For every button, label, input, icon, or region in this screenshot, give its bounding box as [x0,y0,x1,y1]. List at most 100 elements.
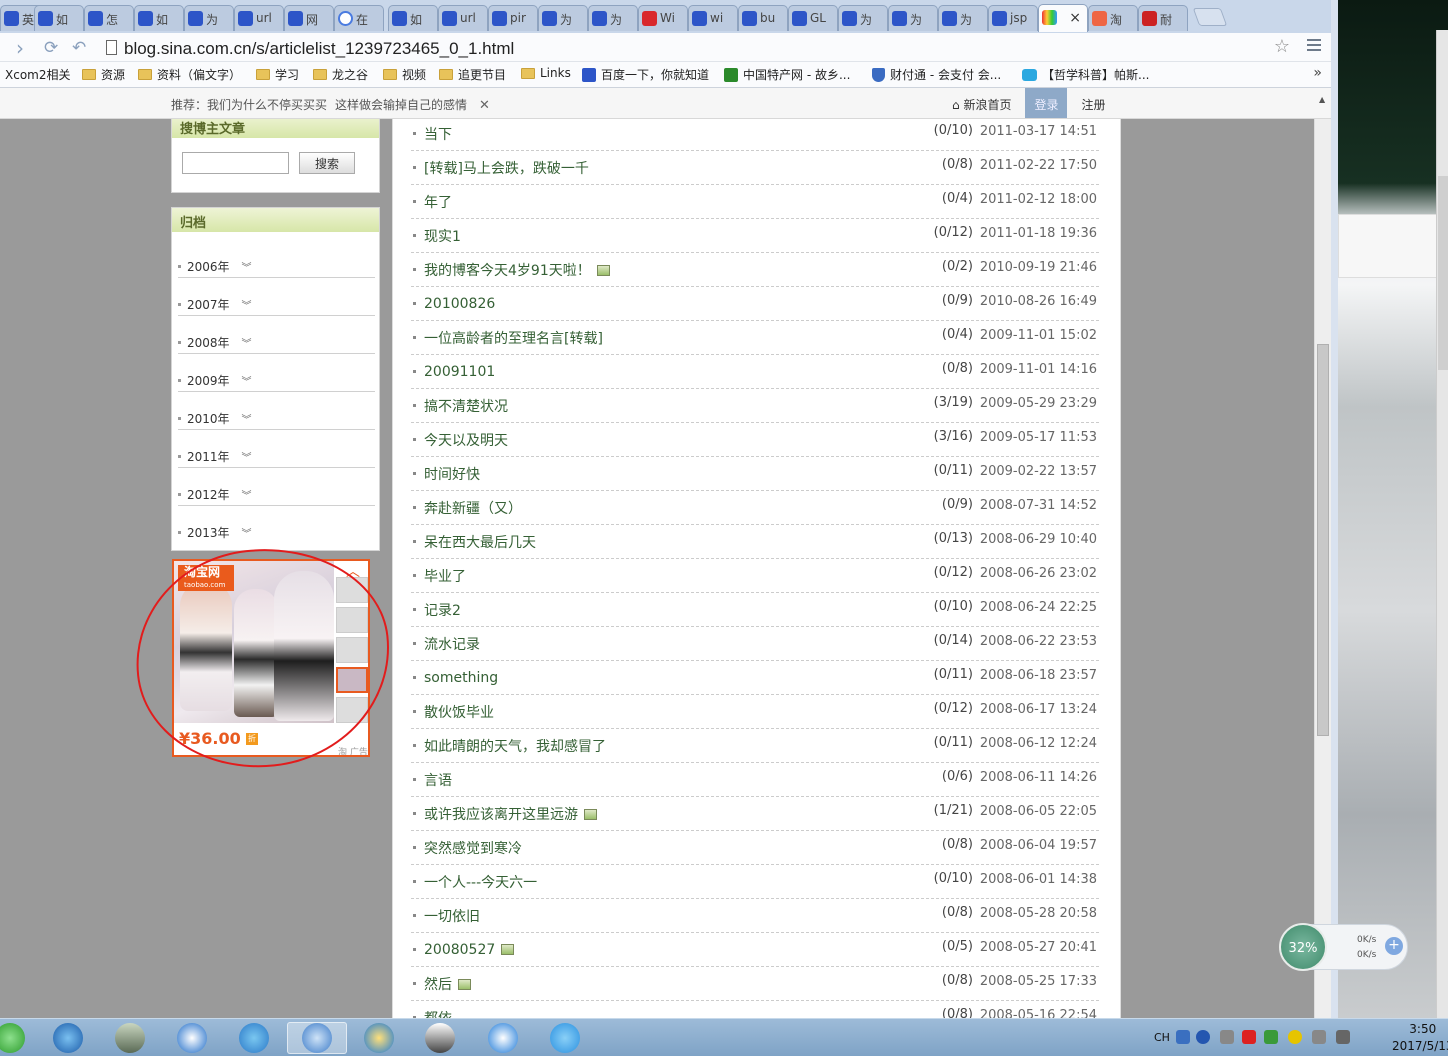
article-title-link[interactable]: 记录2 [424,600,461,620]
article-title-link[interactable]: 现实1 [424,226,461,246]
network-icon[interactable] [1220,1030,1234,1044]
browser-tab[interactable]: 如 [34,5,84,31]
article-title-link[interactable]: something [424,670,498,686]
browser-tab[interactable]: 为 [938,5,988,31]
archive-year-item[interactable]: 2007年 ︾ [178,278,375,316]
scroll-up-icon[interactable]: ▲ [1319,95,1325,104]
bookmark-item[interactable]: 龙之谷 [313,66,368,83]
app-tray-icon[interactable] [1242,1030,1256,1044]
browser-tab[interactable]: 在 [334,5,384,31]
archive-year-item[interactable]: 2011年 ︾ [178,430,375,468]
bookmark-item[interactable]: 视频 [383,66,426,83]
article-title-link[interactable]: 当下 [424,124,452,144]
display-icon[interactable] [1336,1030,1350,1044]
browser-tab[interactable]: 为 [588,5,638,31]
article-title-link[interactable]: 年了 [424,192,452,212]
bookmark-item[interactable]: 资源 [82,66,125,83]
article-title-link[interactable]: 20080527 [424,942,515,958]
browser-tab[interactable]: × [1038,4,1088,32]
reload-icon[interactable]: ⟳ [44,38,58,58]
bookmark-star-icon[interactable]: ☆ [1274,36,1290,57]
browser-tab[interactable]: 淘 [1088,5,1138,31]
chevron-down-icon[interactable]: ︾ [242,525,252,540]
help-icon[interactable] [1196,1030,1210,1044]
article-title-link[interactable]: 搞不清楚状况 [424,396,508,416]
browser-tab[interactable]: 为 [838,5,888,31]
article-title-link[interactable]: 或许我应该离开这里远游 [424,804,597,824]
page-scrollbar[interactable]: ▲ [1314,95,1331,1018]
recommend-link-2[interactable]: 这样做会输掉自己的感情 [335,98,467,112]
taskbar-app[interactable] [162,1022,222,1054]
flag-icon[interactable] [1176,1030,1190,1044]
bookmark-item[interactable]: Links [521,66,571,80]
taskbar-app[interactable] [410,1022,470,1054]
article-title-link[interactable]: 如此晴朗的天气，我却感冒了 [424,736,606,756]
bookmark-item[interactable]: 资料（偏文字） [138,66,241,83]
article-title-link[interactable]: 今天以及明天 [424,430,508,450]
article-title-link[interactable]: 一切依旧 [424,906,480,926]
search-button[interactable]: 搜索 [299,152,355,174]
archive-year-item[interactable]: 2009年 ︾ [178,354,375,392]
bookmark-item[interactable]: 中国特产网 - 故乡... [724,66,850,83]
archive-year-item[interactable]: 2008年 ︾ [178,316,375,354]
browser-tab[interactable]: 为 [538,5,588,31]
taskbar-app[interactable] [535,1022,595,1054]
url-text[interactable]: blog.sina.com.cn/s/articlelist_123972346… [124,39,514,59]
chevron-down-icon[interactable]: ︾ [242,449,252,464]
taskbar-app[interactable] [0,1022,40,1054]
taskbar-app[interactable] [38,1022,98,1054]
article-title-link[interactable]: 一个人---今天六一 [424,872,537,892]
taskbar-app[interactable] [224,1022,284,1054]
bookmark-item[interactable]: 百度一下，你就知道 [582,66,709,83]
article-title-link[interactable]: 都依 [424,1008,452,1019]
browser-tab[interactable]: url [438,5,488,31]
address-bar[interactable]: blog.sina.com.cn/s/articlelist_123972346… [100,36,1310,60]
browser-tab[interactable]: 为 [888,5,938,31]
chevron-down-icon[interactable]: ︾ [242,335,252,350]
new-tab-button[interactable] [1192,8,1228,26]
article-title-link[interactable]: [转载]马上会跌，跌破一千 [424,158,589,178]
bookmark-item[interactable]: 财付通 - 会支付 会... [872,66,1001,83]
browser-tab[interactable]: 耐 [1138,5,1188,31]
browser-tab[interactable]: 如 [134,5,184,31]
browser-tab[interactable]: url [234,5,284,31]
archive-year-item[interactable]: 2010年 ︾ [178,392,375,430]
archive-year-item[interactable]: 2012年 ︾ [178,468,375,506]
recommend-link-1[interactable]: 我们为什么不停买买买 [207,98,327,112]
article-title-link[interactable]: 呆在西大最后几天 [424,532,536,552]
taskbar-app[interactable] [349,1022,409,1054]
chevron-down-icon[interactable]: ︾ [242,373,252,388]
sina-home-link[interactable]: ⌂ 新浪首页 [950,88,1025,118]
bookmarks-overflow[interactable]: » [1313,65,1322,81]
article-title-link[interactable]: 然后 [424,974,471,994]
chevron-down-icon[interactable]: ︾ [242,487,252,502]
browser-tab[interactable]: Wi [638,5,688,31]
tab-close-icon[interactable]: × [1069,10,1081,26]
accelerate-icon[interactable]: + [1385,937,1403,955]
taskbar-app[interactable] [287,1022,347,1054]
chevron-down-icon[interactable]: ︾ [242,259,252,274]
register-link[interactable]: 注册 [1067,88,1105,118]
article-title-link[interactable]: 散伙饭毕业 [424,702,494,722]
volume-icon[interactable] [1312,1030,1326,1044]
browser-tab[interactable]: 网 [284,5,334,31]
article-title-link[interactable]: 言语 [424,770,452,790]
bookmark-item[interactable]: Xcom2相关 [5,66,71,83]
ime-indicator[interactable]: CH [1154,1031,1170,1044]
article-title-link[interactable]: 奔赴新疆（又） [424,498,522,518]
archive-year-item[interactable]: 2013年 ︾ [178,506,375,544]
plus-icon[interactable] [1288,1030,1302,1044]
browser-tab[interactable]: 如 [388,5,438,31]
scrollbar-thumb[interactable] [1317,344,1329,736]
browser-tab[interactable]: pir [488,5,538,31]
login-button[interactable]: 登录 [1025,88,1068,118]
search-input[interactable] [182,152,289,174]
forward-icon[interactable]: › [16,36,24,60]
bookmark-item[interactable]: 【哲学科普】帕斯... [1022,66,1149,83]
article-title-link[interactable]: 流水记录 [424,634,480,654]
article-title-link[interactable]: 时间好快 [424,464,480,484]
browser-tab[interactable]: GL [788,5,838,31]
browser-tab[interactable]: 为 [184,5,234,31]
taskbar-app[interactable] [473,1022,533,1054]
chevron-down-icon[interactable]: ︾ [242,411,252,426]
